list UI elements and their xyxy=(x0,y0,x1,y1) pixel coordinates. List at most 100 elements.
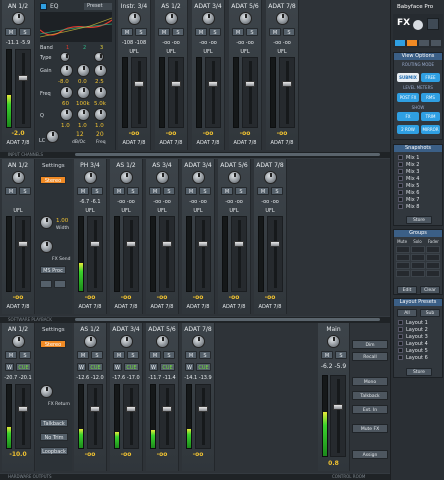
fader-cap[interactable] xyxy=(234,241,244,247)
fader-cap[interactable] xyxy=(90,406,100,412)
mute-button[interactable]: M xyxy=(5,351,17,359)
snapshot-item[interactable]: Mix 4 xyxy=(394,176,442,183)
volume-fader[interactable] xyxy=(15,384,31,449)
eq-q-knob-3[interactable] xyxy=(94,108,107,121)
layout-checkbox[interactable] xyxy=(398,355,403,360)
output-routing[interactable]: ADAT 7/8 xyxy=(118,140,150,146)
fader-cap[interactable] xyxy=(270,241,280,247)
channel-mode-l[interactable] xyxy=(419,40,429,46)
mute-button[interactable]: M xyxy=(121,28,133,36)
volume-fader[interactable] xyxy=(159,216,175,292)
pan-knob[interactable] xyxy=(276,12,289,25)
solo-button[interactable]: S xyxy=(127,351,139,359)
output-routing[interactable]: ADAT 7/8 xyxy=(254,304,286,310)
snapshot-checkbox[interactable] xyxy=(398,197,403,202)
snapshot-checkbox[interactable] xyxy=(398,162,403,167)
snapshot-checkbox[interactable] xyxy=(398,176,403,181)
dim-button[interactable]: Dim xyxy=(352,340,388,349)
w-button[interactable]: W xyxy=(77,363,86,371)
playback-stereo-button[interactable]: Stereo xyxy=(40,176,66,184)
main-solo-button[interactable]: S xyxy=(335,351,347,359)
snapshot-item[interactable]: Mix 8 xyxy=(394,204,442,211)
main-fader-cap[interactable] xyxy=(333,404,343,410)
playback-ms-proc-button[interactable]: MS Proc xyxy=(40,266,66,274)
pan-knob[interactable] xyxy=(165,12,178,25)
output-routing[interactable]: ADAT 7/8 xyxy=(229,140,261,146)
output-fx-return-knob[interactable] xyxy=(40,385,53,398)
volume-fader[interactable] xyxy=(131,57,147,128)
fader-cap[interactable] xyxy=(198,406,208,412)
volume-fader[interactable] xyxy=(15,49,31,128)
solo-button[interactable]: S xyxy=(163,351,175,359)
submix-button[interactable]: SUBMIX xyxy=(397,73,419,82)
output-routing[interactable]: ADAT 7/8 xyxy=(2,140,34,146)
show-fx-button[interactable]: FX xyxy=(397,112,419,121)
layout-item[interactable]: Layout 1 xyxy=(394,320,442,327)
group-edit-button[interactable]: Edit xyxy=(397,286,417,294)
output-routing[interactable]: ADAT 7/8 xyxy=(74,304,106,310)
eq-gain-knob-3[interactable] xyxy=(94,64,107,77)
snapshot-item[interactable]: Mix 6 xyxy=(394,190,442,197)
mute-button[interactable]: M xyxy=(221,187,233,195)
pan-knob[interactable] xyxy=(264,171,277,184)
eq-type-knob-1[interactable] xyxy=(60,52,70,62)
w-button[interactable]: W xyxy=(113,363,122,371)
snapshot-checkbox[interactable] xyxy=(398,204,403,209)
channel-mode-s[interactable] xyxy=(407,40,417,46)
solo-button[interactable]: S xyxy=(199,187,211,195)
solo-button[interactable]: S xyxy=(91,187,103,195)
pan-knob[interactable] xyxy=(239,12,252,25)
mirror-button[interactable]: MIRROR xyxy=(421,125,440,134)
input-scrollbar[interactable] xyxy=(75,153,380,156)
post-fx-button[interactable]: POST FX xyxy=(397,93,419,102)
eq-curve-display[interactable] xyxy=(40,12,112,42)
cue-button[interactable]: CUE xyxy=(88,363,103,371)
pan-knob[interactable] xyxy=(12,171,25,184)
eq-freq-knob-2[interactable] xyxy=(77,86,90,99)
mute-button[interactable]: M xyxy=(149,187,161,195)
fader-cap[interactable] xyxy=(18,406,28,412)
channel-mode-m[interactable] xyxy=(395,40,405,46)
w-button[interactable]: W xyxy=(149,363,158,371)
snapshot-item[interactable]: Mix 1 xyxy=(394,155,442,162)
eq-gain-knob-1[interactable] xyxy=(60,64,73,77)
layout-store-button[interactable]: Store xyxy=(406,368,432,376)
fader-cap[interactable] xyxy=(198,241,208,247)
fader-cap[interactable] xyxy=(18,75,28,81)
volume-fader[interactable] xyxy=(195,384,211,449)
pan-knob[interactable] xyxy=(202,12,215,25)
ext-in-button[interactable]: Ext. In xyxy=(352,405,388,414)
mute-fx-button[interactable]: Mute FX xyxy=(352,424,388,433)
output-routing[interactable]: ADAT 7/8 xyxy=(182,304,214,310)
playback-link-button[interactable] xyxy=(40,280,52,288)
volume-fader[interactable] xyxy=(231,216,247,292)
show-trim-button[interactable]: TRIM xyxy=(421,112,440,121)
pan-knob[interactable] xyxy=(120,171,133,184)
output-loopback-button[interactable]: Loopback xyxy=(40,447,68,455)
cue-button[interactable]: CUE xyxy=(124,363,139,371)
solo-button[interactable]: S xyxy=(91,351,103,359)
solo-button[interactable]: S xyxy=(271,187,283,195)
layout-item[interactable]: Layout 2 xyxy=(394,327,442,334)
mute-button[interactable]: M xyxy=(113,351,125,359)
mute-button[interactable]: M xyxy=(185,187,197,195)
layout-item[interactable]: Layout 3 xyxy=(394,334,442,341)
output-stereo-button[interactable]: Stereo xyxy=(40,340,66,348)
volume-fader[interactable] xyxy=(279,57,295,128)
pan-knob[interactable] xyxy=(228,171,241,184)
channel-mode-r[interactable] xyxy=(431,40,441,46)
volume-fader[interactable] xyxy=(123,384,139,449)
solo-button[interactable]: S xyxy=(135,28,147,36)
mixer-view-icon[interactable] xyxy=(427,18,439,30)
volume-fader[interactable] xyxy=(159,384,175,449)
pan-knob[interactable] xyxy=(156,171,169,184)
layout-checkbox[interactable] xyxy=(398,348,403,353)
playback-fx-send-knob[interactable] xyxy=(40,240,53,253)
eq-q-knob-1[interactable] xyxy=(60,108,73,121)
output-routing[interactable]: ADAT 7/8 xyxy=(218,304,250,310)
layout-checkbox[interactable] xyxy=(398,334,403,339)
pan-knob[interactable] xyxy=(12,12,25,25)
layout-item[interactable]: Layout 6 xyxy=(394,355,442,362)
fader-cap[interactable] xyxy=(126,241,136,247)
layout-checkbox[interactable] xyxy=(398,320,403,325)
